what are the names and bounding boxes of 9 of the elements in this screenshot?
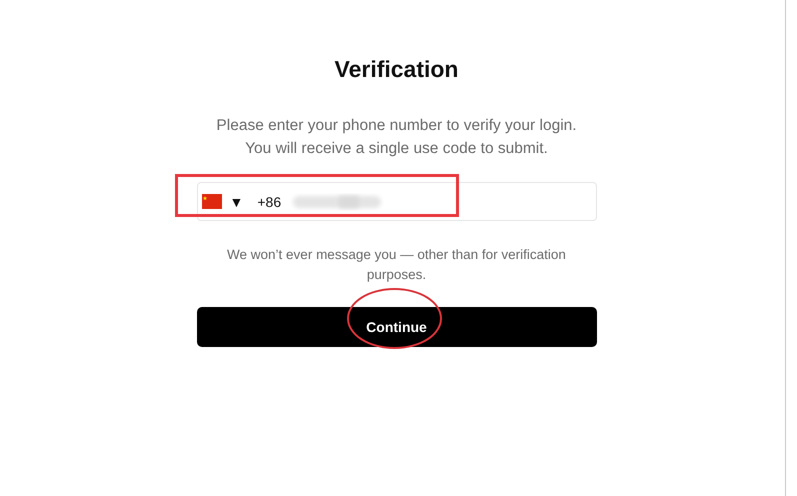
instruction-text: Please enter your phone number to verify your login. (216, 116, 577, 136)
instruction-text: You will receive a single use code to submit. (245, 139, 548, 159)
country-code: +86 (257, 194, 282, 210)
country-dropdown-caret[interactable]: ▼ (230, 194, 244, 210)
phone-input-field[interactable]: ▼ +86 (196, 182, 596, 221)
privacy-note: We won’t ever message you — other than for verification purposes. (226, 246, 567, 284)
page-title: Verification (334, 56, 458, 83)
continue-button[interactable]: Continue (196, 307, 596, 347)
flag-icon (202, 194, 222, 209)
